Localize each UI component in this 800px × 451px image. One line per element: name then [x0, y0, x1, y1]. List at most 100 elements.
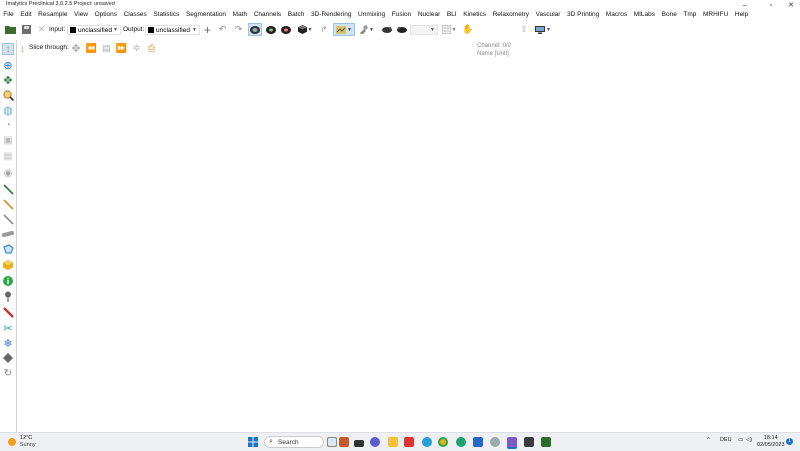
save-icon[interactable]: [20, 23, 33, 36]
store-app-icon[interactable]: [473, 437, 483, 447]
task-view-icon[interactable]: [327, 437, 337, 447]
mouse-icon[interactable]: [380, 23, 393, 36]
language-indicator[interactable]: DEU: [720, 437, 732, 443]
media-app-icon[interactable]: [339, 437, 349, 447]
menu-options[interactable]: Options: [91, 10, 120, 20]
lasso-tool-icon[interactable]: ↻: [2, 367, 14, 379]
terminal-app-icon[interactable]: [524, 437, 534, 447]
undo-icon[interactable]: ↶: [216, 23, 229, 36]
menu-milabs[interactable]: MILabs: [630, 10, 658, 20]
imalytics-app-icon[interactable]: [507, 437, 517, 449]
line-tool-icon[interactable]: [2, 183, 14, 195]
slice-axis-icon[interactable]: ↕: [18, 42, 27, 55]
menu-edit[interactable]: Edit: [17, 10, 35, 20]
close-button[interactable]: ✕: [780, 0, 800, 10]
menu-math[interactable]: Math: [229, 10, 250, 20]
globe-tool-icon[interactable]: ◍: [2, 104, 14, 117]
cube-dropdown-icon[interactable]: ▼: [296, 23, 314, 36]
chrome-icon[interactable]: [438, 437, 448, 447]
windows-start-icon[interactable]: [248, 437, 258, 447]
zoom-tool-icon[interactable]: [2, 89, 14, 101]
minimize-button[interactable]: –: [734, 0, 756, 10]
menu-file[interactable]: File: [0, 10, 17, 20]
timer-tool-icon[interactable]: ◔: [2, 119, 14, 131]
menu-bone[interactable]: Bone: [658, 10, 680, 20]
frame-tool-icon[interactable]: ▣: [2, 134, 14, 146]
pan-tool-icon[interactable]: ✥: [2, 74, 14, 87]
output-select[interactable]: unclassified ▼: [145, 25, 200, 35]
arrow-tool-icon[interactable]: ↱: [318, 23, 330, 36]
edge-icon[interactable]: [456, 437, 466, 447]
menu-segmentation[interactable]: Segmentation: [183, 10, 230, 20]
pointer-tool-icon[interactable]: ↕: [2, 43, 14, 55]
channel-select[interactable]: ▼: [410, 25, 438, 35]
grid-tool-icon[interactable]: ▦: [2, 150, 14, 162]
telegram-icon[interactable]: [422, 437, 432, 447]
settings-gear-icon[interactable]: [490, 437, 500, 447]
clock[interactable]: 18:14 02/05/2023: [757, 435, 785, 449]
scissors-tool-icon[interactable]: ✂: [2, 322, 14, 335]
move-icon[interactable]: ✥: [70, 42, 82, 55]
dropper-dropdown-icon[interactable]: ▼: [358, 23, 375, 36]
add-icon[interactable]: +: [201, 23, 214, 37]
grid-dropdown-icon[interactable]: ▼: [440, 23, 458, 36]
menu-channels[interactable]: Channels: [250, 10, 284, 20]
monitor-dropdown-icon[interactable]: ▼: [533, 23, 553, 36]
close-icon[interactable]: ✕: [36, 23, 47, 36]
network-icon[interactable]: ▭: [738, 437, 743, 443]
green-app-icon[interactable]: [541, 437, 551, 447]
upload-icon[interactable]: ⇧: [518, 23, 530, 36]
mouse-alt-icon[interactable]: [395, 23, 408, 36]
volume-icon[interactable]: ◁): [746, 437, 752, 443]
menu-vascular[interactable]: Vascular: [532, 10, 563, 20]
menu-unmixing[interactable]: Unmixing: [355, 10, 389, 20]
fast-forward-icon[interactable]: ⏩: [116, 42, 127, 55]
menu-bli[interactable]: BLI: [444, 10, 460, 20]
menu-statistics[interactable]: Statistics: [150, 10, 183, 20]
rewind-icon[interactable]: ⏪: [86, 42, 97, 55]
crosshair-tool-icon[interactable]: ⊕: [2, 59, 14, 72]
polygon-tool-icon[interactable]: [2, 243, 14, 255]
target-tool-icon[interactable]: ◉: [2, 167, 14, 179]
menu-kinetics[interactable]: Kinetics: [460, 10, 489, 20]
brain-render-icon[interactable]: [279, 23, 292, 36]
menu-resample[interactable]: Resample: [35, 10, 71, 20]
taskbar-search[interactable]: ⌕ Search: [264, 436, 324, 448]
redo-icon[interactable]: ↷: [232, 23, 245, 36]
menu-classes[interactable]: Classes: [120, 10, 150, 20]
chevron-up-icon[interactable]: ^: [707, 437, 710, 443]
snowflake-tool-icon[interactable]: ❄: [2, 337, 14, 350]
menu-tmp[interactable]: Tmp: [680, 10, 700, 20]
chat-app-icon[interactable]: [370, 437, 380, 447]
menu-nuclear[interactable]: Nuclear: [415, 10, 444, 20]
fill-tool-icon[interactable]: [2, 352, 14, 364]
pencil-tool-icon[interactable]: [2, 306, 14, 318]
desktop-app-icon[interactable]: [354, 440, 364, 447]
input-select[interactable]: unclassified ▼: [67, 25, 121, 35]
menu-3d-rendering[interactable]: 3D-Rendering: [308, 10, 355, 20]
ruler-line-tool-icon[interactable]: [2, 198, 14, 210]
menu-view[interactable]: View: [71, 10, 92, 20]
hand-tool-icon[interactable]: ✋: [462, 23, 474, 36]
menu-fusion[interactable]: Fusion: [388, 10, 414, 20]
export-icon[interactable]: ⎙: [146, 42, 157, 55]
pin-tool-icon[interactable]: [2, 290, 14, 302]
box-tool-icon[interactable]: [2, 259, 14, 271]
brain-view-icon[interactable]: [248, 23, 262, 36]
menu-relaxometry[interactable]: Relaxometry: [489, 10, 532, 20]
open-folder-icon[interactable]: [4, 23, 17, 36]
menu-macros[interactable]: Macros: [603, 10, 631, 20]
settings-icon[interactable]: ✲: [131, 42, 142, 55]
layout-dropdown-icon[interactable]: ▼: [333, 23, 355, 36]
ruler-tool-icon[interactable]: [2, 228, 14, 240]
menu-help[interactable]: Help: [732, 10, 752, 20]
menu-3d-printing[interactable]: 3D Printing: [564, 10, 603, 20]
brain-surface-icon[interactable]: [264, 23, 277, 36]
file-explorer-icon[interactable]: [388, 437, 398, 447]
measure-tool-icon[interactable]: [2, 213, 14, 225]
notification-badge[interactable]: 1: [786, 438, 793, 445]
menu-batch[interactable]: Batch: [284, 10, 307, 20]
red-app-icon[interactable]: [404, 437, 414, 447]
menu-mrhifu[interactable]: MRHIFU: [700, 10, 732, 20]
info-tool-icon[interactable]: [2, 275, 14, 287]
